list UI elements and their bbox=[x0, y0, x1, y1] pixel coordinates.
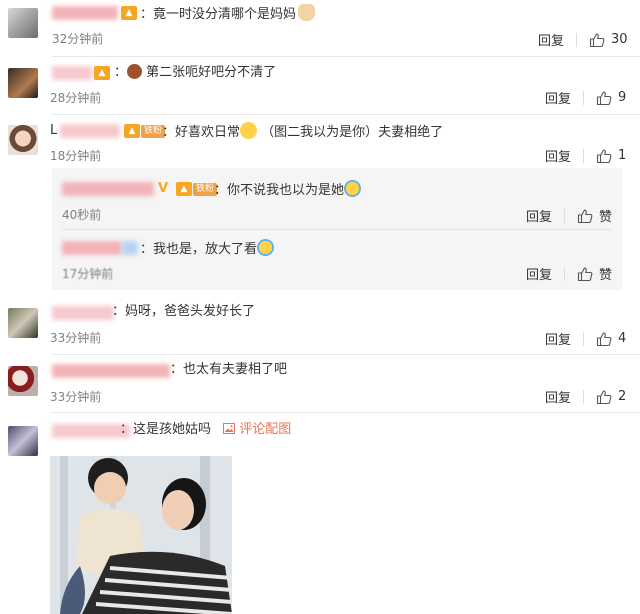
laugh-cry-emoji-icon bbox=[257, 239, 275, 256]
divider bbox=[583, 90, 585, 105]
reply-button[interactable]: 回复 bbox=[545, 329, 571, 348]
username[interactable] bbox=[52, 66, 92, 80]
thumbs-up-icon bbox=[589, 32, 605, 47]
reply-button[interactable]: 回复 bbox=[545, 146, 571, 165]
divider bbox=[62, 229, 612, 230]
username[interactable] bbox=[52, 364, 170, 378]
divider bbox=[564, 208, 566, 223]
reply-button[interactable]: 回复 bbox=[545, 88, 571, 107]
timestamp: 18分钟前 bbox=[50, 149, 102, 163]
timestamp: 33分钟前 bbox=[50, 331, 102, 345]
like-count: 2 bbox=[618, 389, 627, 404]
username-initial[interactable]: L bbox=[50, 122, 57, 140]
user-badge bbox=[122, 241, 138, 255]
monkey-emoji-icon bbox=[127, 64, 143, 79]
username[interactable] bbox=[62, 241, 122, 255]
comment-text: ：这是孩她姑吗 评论配图 bbox=[120, 422, 292, 437]
like-button[interactable]: 赞 bbox=[577, 206, 612, 225]
like-button[interactable]: 2 bbox=[596, 389, 626, 405]
comment-image-link[interactable]: 评论配图 bbox=[223, 422, 291, 437]
username[interactable] bbox=[60, 124, 120, 138]
avatar[interactable] bbox=[8, 366, 38, 396]
thumbs-up-icon bbox=[577, 266, 593, 281]
avatar[interactable] bbox=[8, 125, 38, 155]
reply-button[interactable]: 回复 bbox=[545, 387, 571, 406]
cat-emoji-icon bbox=[298, 4, 316, 21]
like-count: 9 bbox=[618, 90, 627, 105]
username[interactable] bbox=[62, 182, 154, 196]
thumbs-up-icon bbox=[596, 148, 612, 163]
reply-text: ：你不说我也以为是她 bbox=[214, 180, 362, 200]
username[interactable] bbox=[52, 306, 114, 320]
thumbs-up-icon bbox=[577, 208, 593, 223]
timestamp: 28分钟前 bbox=[50, 91, 102, 105]
username[interactable] bbox=[52, 424, 130, 438]
thumbs-up-icon bbox=[596, 389, 612, 404]
divider bbox=[583, 331, 585, 346]
timestamp: 33分钟前 bbox=[50, 390, 102, 404]
vip-crown-icon: ▲ bbox=[121, 6, 137, 20]
vip-crown-icon: ▲ 铁粉 bbox=[124, 124, 166, 138]
like-count: 4 bbox=[618, 331, 627, 346]
divider bbox=[583, 148, 585, 163]
like-label: 赞 bbox=[599, 210, 613, 225]
like-button[interactable]: 30 bbox=[589, 32, 628, 48]
like-count: 30 bbox=[611, 32, 628, 47]
comment-text: ：也太有夫妻相了吧 bbox=[170, 362, 288, 377]
verified-mark: V bbox=[158, 181, 169, 196]
timestamp: 40秒前 bbox=[62, 208, 102, 222]
username[interactable] bbox=[52, 6, 118, 20]
thumbs-up-icon bbox=[596, 90, 612, 105]
laugh-cry-emoji-icon bbox=[344, 180, 362, 197]
divider bbox=[52, 56, 640, 57]
divider bbox=[52, 114, 640, 115]
comment-text: ：竟一时没分清哪个是妈妈 bbox=[140, 4, 316, 24]
vip-crown-icon: ▲ bbox=[94, 66, 110, 80]
avatar[interactable] bbox=[8, 8, 38, 38]
shock-emoji-icon bbox=[240, 122, 258, 139]
thumbs-up-icon bbox=[596, 331, 612, 346]
photo-illustration bbox=[50, 456, 232, 614]
reply-button[interactable]: 回复 bbox=[526, 264, 552, 283]
comment-photo[interactable] bbox=[50, 456, 232, 614]
divider bbox=[52, 412, 640, 413]
divider bbox=[576, 32, 578, 47]
reply-button[interactable]: 回复 bbox=[526, 206, 552, 225]
avatar[interactable] bbox=[8, 426, 38, 456]
divider bbox=[583, 389, 585, 404]
like-button[interactable]: 4 bbox=[596, 331, 626, 347]
divider bbox=[52, 354, 640, 355]
divider bbox=[564, 266, 566, 281]
avatar[interactable] bbox=[8, 68, 38, 98]
like-button[interactable]: 赞 bbox=[577, 264, 612, 283]
comment-text: ：妈呀，爸爸头发好长了 bbox=[112, 304, 256, 319]
like-button[interactable]: 1 bbox=[596, 148, 626, 164]
reply-button[interactable]: 回复 bbox=[538, 30, 564, 49]
timestamp: 17分钟前 bbox=[62, 267, 114, 281]
image-icon bbox=[223, 423, 236, 434]
like-count: 1 bbox=[618, 148, 627, 163]
vip-crown-icon: ▲ 铁粉 bbox=[176, 182, 218, 196]
like-button[interactable]: 9 bbox=[596, 90, 626, 106]
comment-text: ：好喜欢日常 （图二我以为是你）夫妻相绝了 bbox=[162, 122, 443, 142]
reply-text: ：我也是，放大了看 bbox=[140, 239, 275, 259]
comment-text: ： 第二张呃好吧分不清了 bbox=[114, 64, 277, 80]
like-label: 赞 bbox=[599, 268, 613, 283]
timestamp: 32分钟前 bbox=[52, 32, 104, 46]
avatar[interactable] bbox=[8, 308, 38, 338]
